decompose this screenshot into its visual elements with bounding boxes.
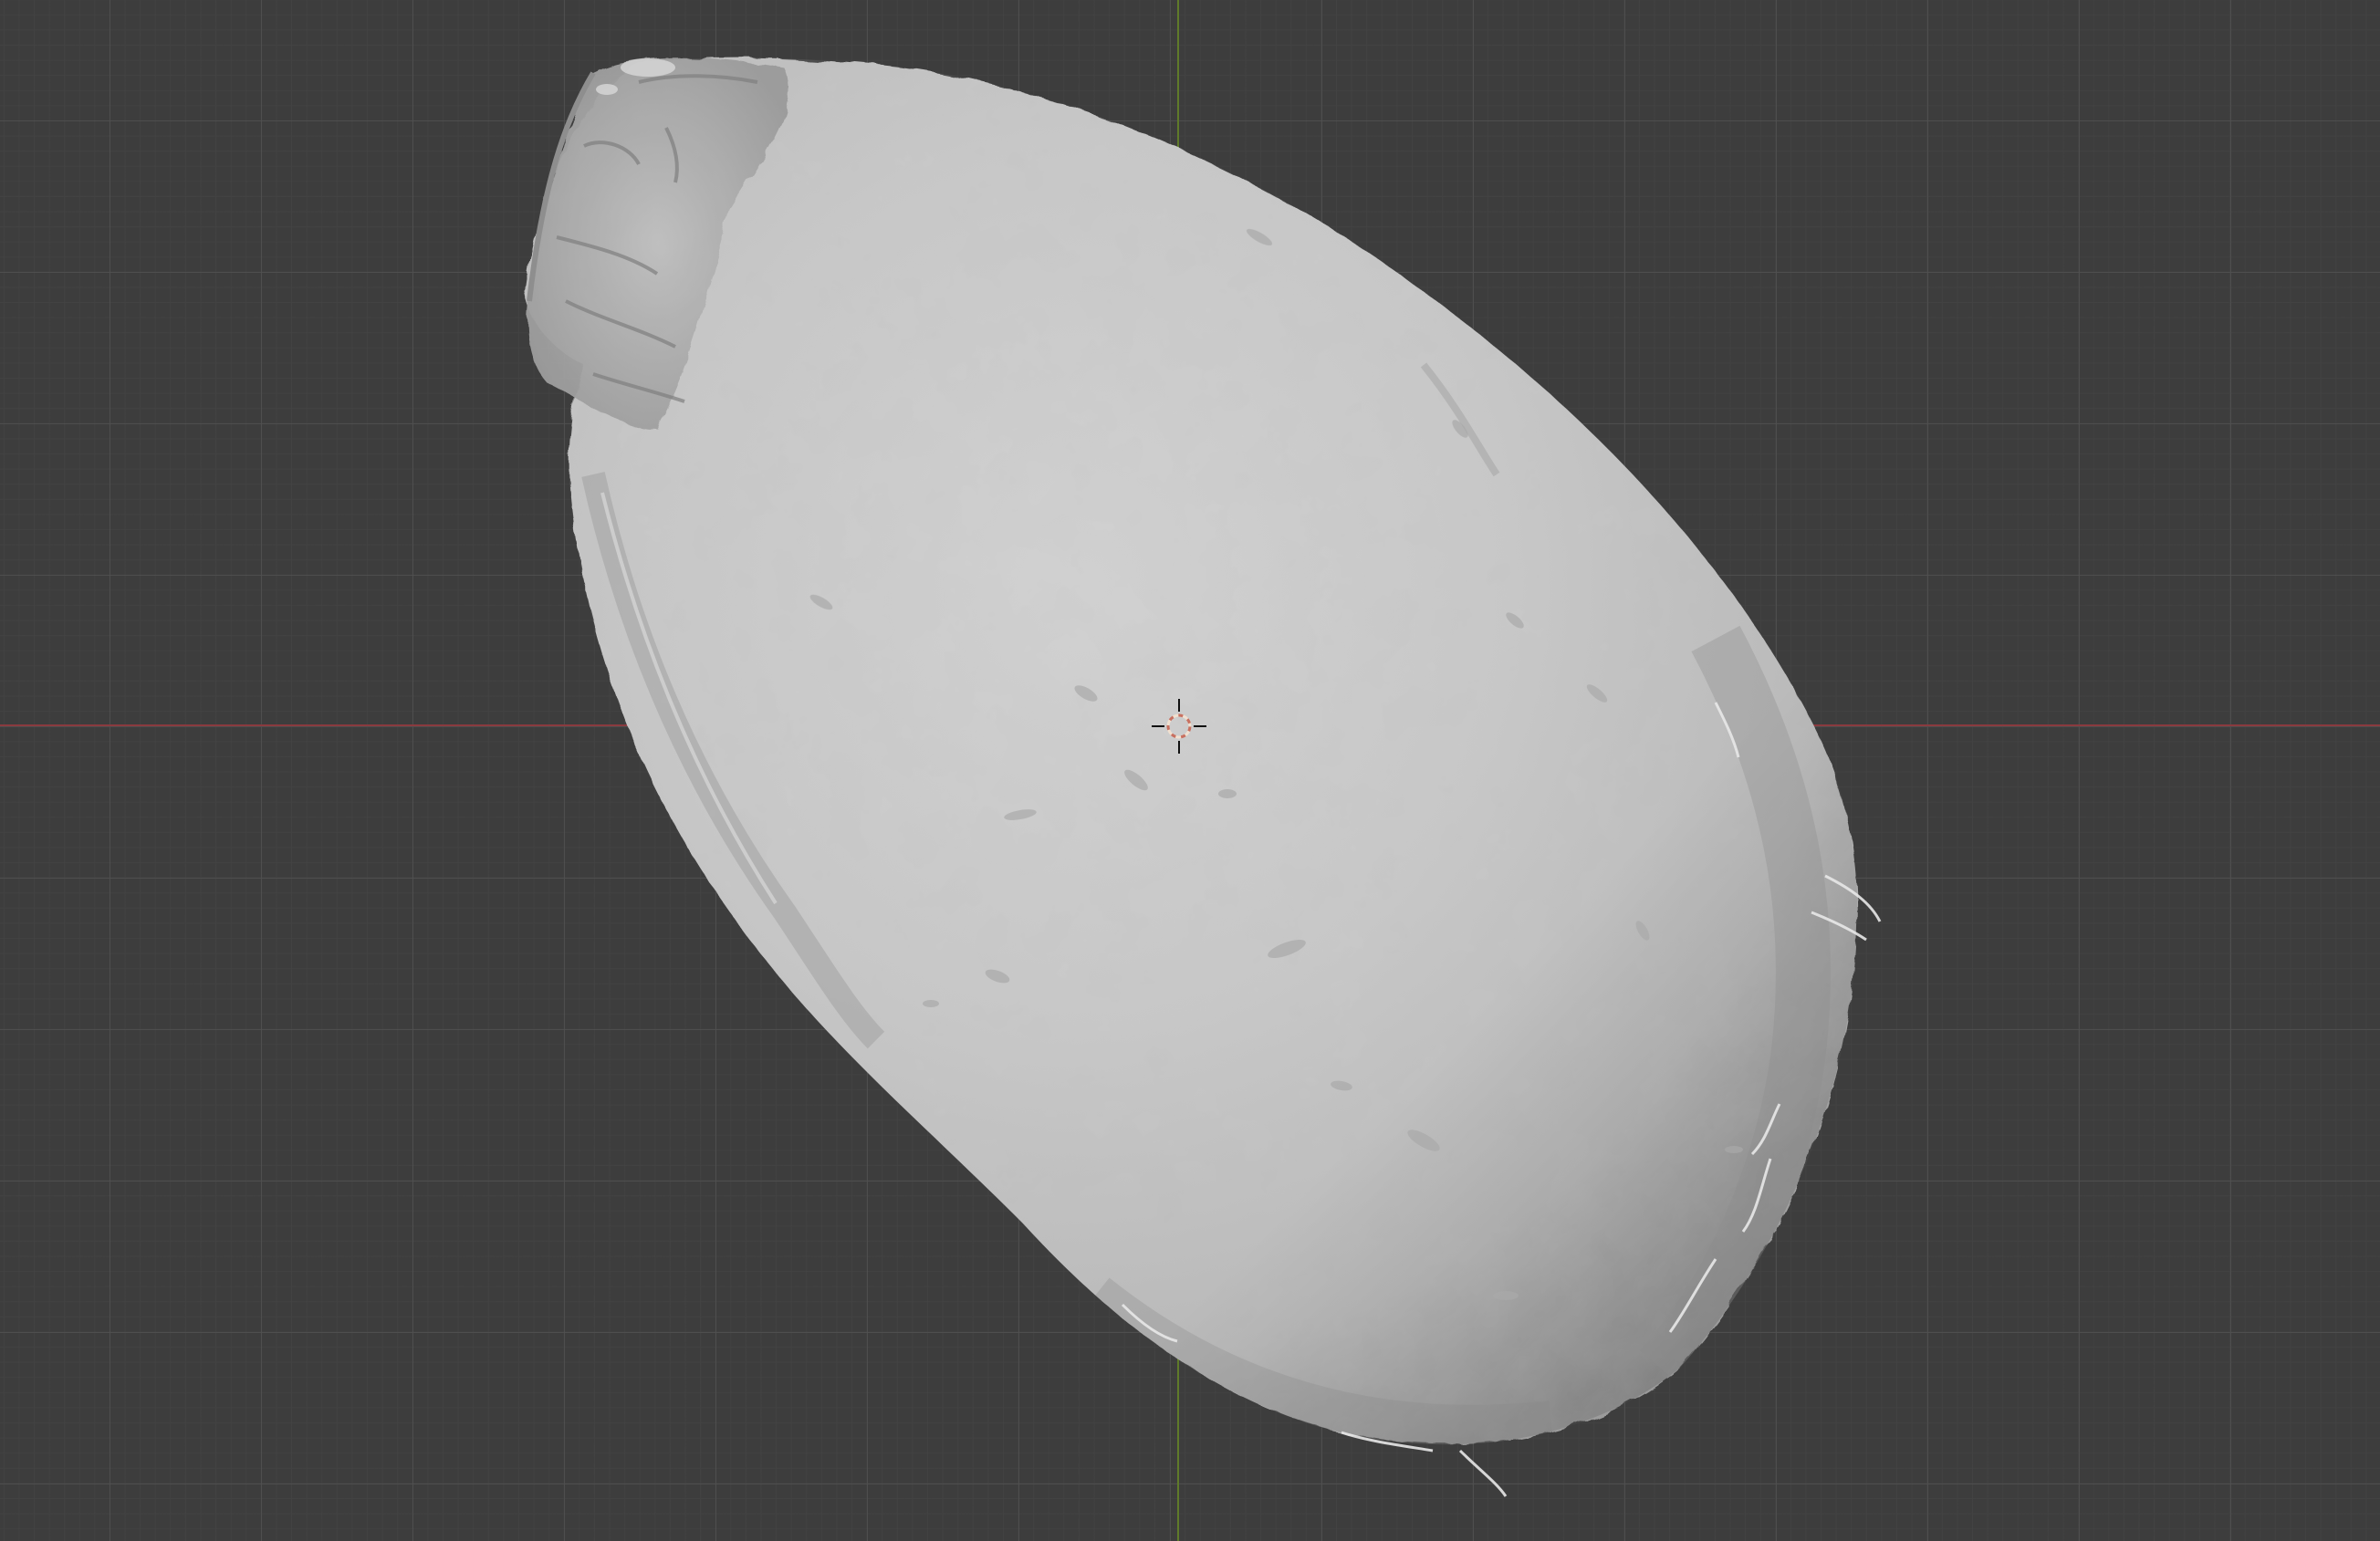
scene-canvas[interactable]: [0, 0, 2380, 1541]
3d-viewport[interactable]: [0, 0, 2380, 1541]
mesh-object[interactable]: [511, 46, 1882, 1497]
